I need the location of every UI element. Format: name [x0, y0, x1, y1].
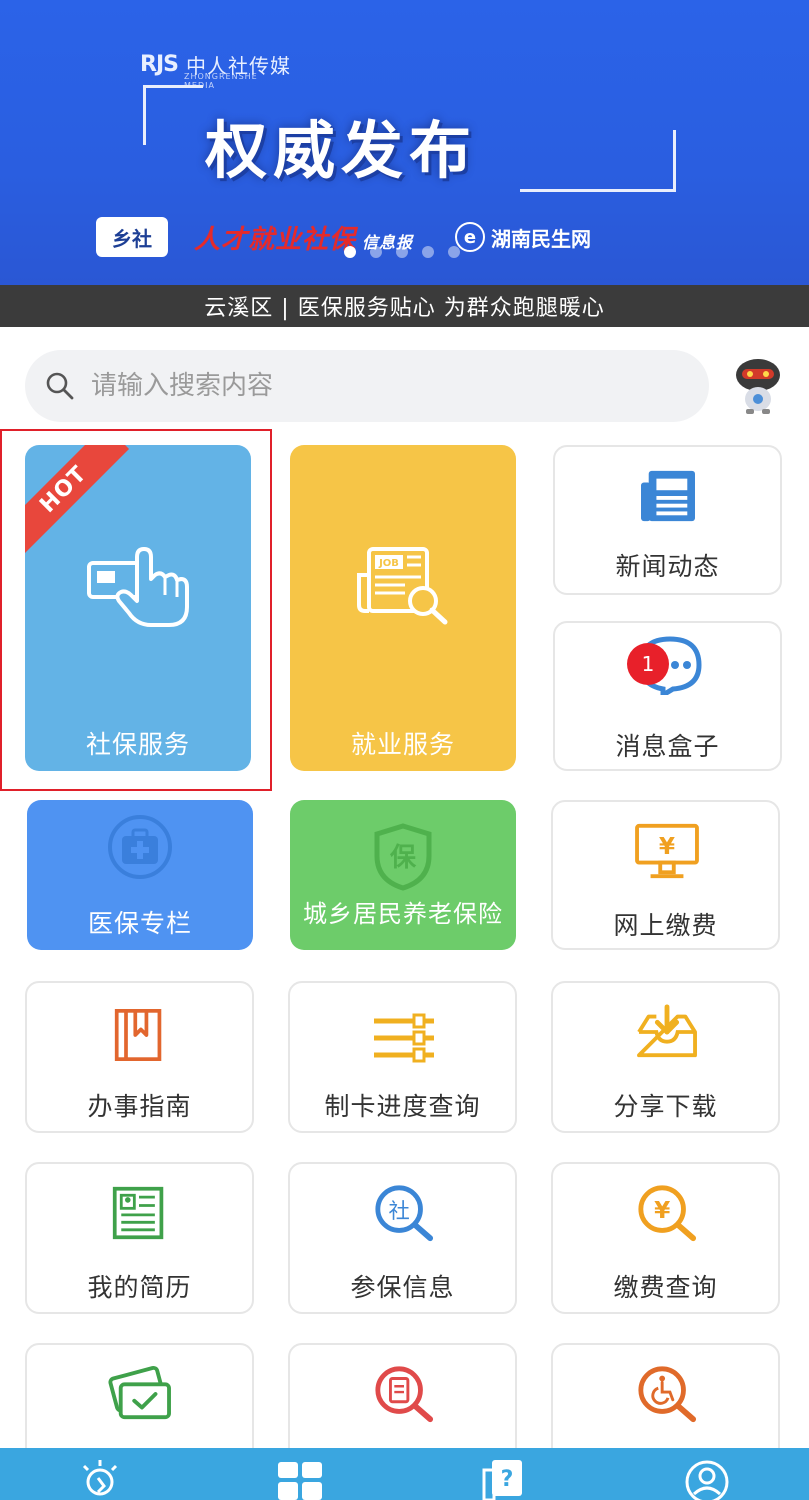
insurance-info-tile[interactable]: 社 参保信息	[288, 1162, 517, 1314]
pension-insurance-tile[interactable]: 保 城乡居民养老保险	[290, 800, 516, 950]
wheelchair-search-icon	[638, 1366, 697, 1423]
carousel-dot[interactable]	[370, 246, 382, 258]
media-logo: RJS 中人社传媒 ZHONGRENSHE MEDIA	[140, 50, 291, 90]
service-guide-tile[interactable]: 办事指南	[25, 981, 254, 1133]
home-sparkle-icon[interactable]	[76, 1456, 126, 1500]
search-payment-icon: ¥	[638, 1185, 697, 1242]
media-logo-mark: RJS	[140, 52, 179, 77]
carousel-dot[interactable]	[344, 246, 356, 258]
job-newspaper-icon: JOB	[357, 547, 448, 625]
carousel-dot[interactable]	[422, 246, 434, 258]
svg-text:?: ?	[501, 1467, 514, 1492]
carousel-dot[interactable]	[396, 246, 408, 258]
tile-label: 参保信息	[350, 1273, 455, 1302]
tile-label: 缴费查询	[613, 1273, 718, 1302]
partner-logo-2-text: 人才就业社保	[194, 224, 357, 255]
robot-assistant-icon[interactable]	[730, 355, 786, 415]
banner-frame-decoration	[143, 85, 153, 145]
employment-services-tile[interactable]: JOB 就业服务	[290, 445, 516, 771]
svg-text:社: 社	[389, 1199, 410, 1224]
top-banner-carousel[interactable]: RJS 中人社传媒 ZHONGRENSHE MEDIA 权威发布 乡社 人才就业…	[0, 0, 809, 285]
grid-apps-icon[interactable]	[276, 1456, 326, 1500]
online-payment-tile[interactable]: ¥ 网上缴费	[551, 800, 780, 950]
svg-text:JOB: JOB	[378, 558, 399, 569]
user-profile-icon[interactable]	[682, 1456, 732, 1500]
search-insurance-icon: 社	[375, 1185, 434, 1242]
tile-label: 医保专栏	[87, 909, 192, 938]
carousel-indicator	[344, 246, 460, 258]
tile-label: 网上缴费	[613, 911, 718, 940]
banner-caption[interactable]: 云溪区 | 医保服务贴心 为群众跑腿暖心	[0, 285, 809, 327]
card-progress-tile[interactable]: 制卡进度查询	[288, 981, 517, 1133]
search-input[interactable]	[91, 371, 651, 401]
resume-document-icon	[112, 1186, 164, 1240]
newspaper-icon	[641, 470, 695, 522]
download-tray-icon	[637, 1004, 697, 1058]
svg-text:¥: ¥	[659, 833, 675, 860]
partner-logo-3-text: 湖南民生网	[491, 226, 592, 251]
medical-insurance-tile[interactable]: 医保专栏	[27, 800, 253, 950]
highlight-frame	[0, 429, 272, 791]
tile-label: 城乡居民养老保险	[303, 900, 503, 928]
partner-logo-1: 乡社	[96, 217, 168, 257]
bookmark-book-icon	[114, 1009, 162, 1061]
news-tile[interactable]: 新闻动态	[553, 445, 782, 595]
tile-label: 办事指南	[87, 1092, 192, 1121]
search-document-icon	[375, 1366, 434, 1423]
help-question-icon[interactable]: ?	[480, 1456, 530, 1500]
share-download-tile[interactable]: 分享下载	[551, 981, 780, 1133]
tile-label: 消息盒子	[615, 732, 720, 761]
payment-terminal-icon: ¥	[635, 823, 699, 879]
tile-label: 新闻动态	[615, 552, 720, 581]
message-box-tile[interactable]: 1 消息盒子	[553, 621, 782, 771]
banner-headline: 权威发布	[205, 114, 478, 187]
medical-kit-icon	[108, 815, 172, 879]
shield-icon: 保	[374, 823, 432, 891]
tile-label: 制卡进度查询	[324, 1092, 481, 1121]
tile-label: 就业服务	[350, 730, 455, 759]
svg-text:¥: ¥	[654, 1197, 670, 1224]
svg-text:保: 保	[389, 843, 417, 873]
banner-frame-decoration	[520, 130, 676, 192]
bottom-navigation-bar: ?	[0, 1448, 809, 1500]
carousel-dot[interactable]	[448, 246, 460, 258]
my-resume-tile[interactable]: 我的简历	[25, 1162, 254, 1314]
search-bar[interactable]	[25, 350, 709, 422]
unread-count-badge: 1	[627, 643, 669, 685]
partner-logo-3: e 湖南民生网	[455, 222, 591, 252]
tile-label: 分享下载	[613, 1092, 718, 1121]
tile-label: 我的简历	[87, 1273, 192, 1302]
sliders-icon	[374, 1013, 434, 1063]
search-icon	[46, 372, 74, 400]
payment-query-tile[interactable]: ¥ 缴费查询	[551, 1162, 780, 1314]
check-card-icon	[108, 1365, 171, 1420]
